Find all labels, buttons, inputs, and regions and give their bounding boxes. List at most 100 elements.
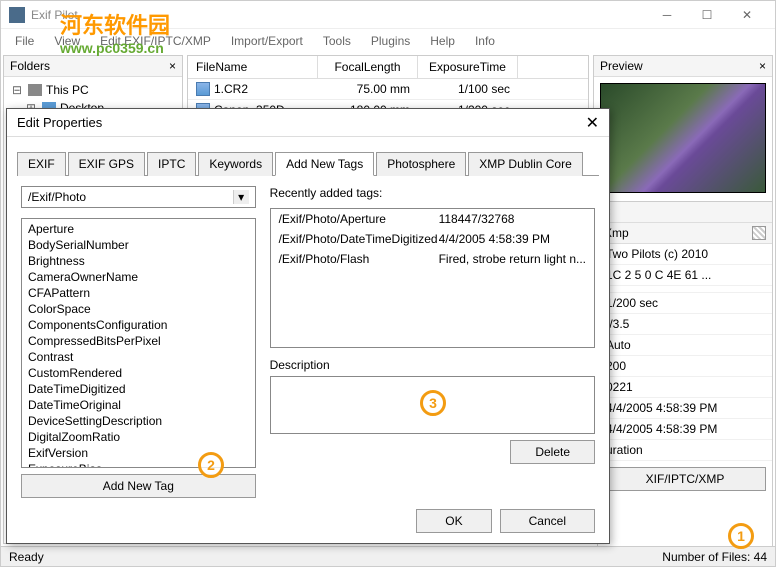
tab-add-new-tags[interactable]: Add New Tags [275, 152, 374, 176]
prop-row[interactable]: 4/4/2005 4:58:39 PM [598, 398, 772, 419]
dialog-body: /Exif/Photo ▾ ApertureBodySerialNumberBr… [7, 176, 609, 508]
folders-close-icon[interactable]: × [169, 59, 176, 73]
table-row[interactable]: 1.CR2 75.00 mm 1/100 sec [188, 79, 588, 100]
prop-row[interactable]: Two Pilots (c) 2010 [598, 244, 772, 265]
tag-list[interactable]: ApertureBodySerialNumberBrightnessCamera… [21, 218, 256, 468]
tag-item[interactable]: ComponentsConfiguration [24, 317, 253, 333]
callout-badge-3: 3 [420, 390, 446, 416]
prop-row[interactable]: 0221 [598, 377, 772, 398]
preview-header-text: Preview [600, 59, 643, 73]
tag-item[interactable]: DeviceSettingDescription [24, 413, 253, 429]
tree-label: This PC [46, 83, 89, 97]
tag-item[interactable]: DigitalZoomRatio [24, 429, 253, 445]
properties-tab-header: Xmp [598, 223, 772, 244]
tag-item[interactable]: CompressedBitsPerPixel [24, 333, 253, 349]
tag-item[interactable]: Aperture [24, 221, 253, 237]
recent-path: /Exif/Photo/Aperture [279, 212, 439, 226]
expander-icon[interactable]: ⊟ [12, 83, 24, 97]
prop-row[interactable]: 200 [598, 356, 772, 377]
file-focal: 75.00 mm [318, 79, 418, 99]
watermark: 河东软件园 www.pc0359.cn [60, 8, 170, 56]
gear-icon[interactable] [752, 226, 766, 240]
menu-tools[interactable]: Tools [315, 32, 359, 50]
file-exposure: 1/100 sec [418, 79, 518, 99]
maximize-button[interactable]: ☐ [687, 1, 727, 29]
col-exposuretime[interactable]: ExposureTime [418, 56, 518, 78]
preview-image [600, 83, 766, 193]
file-name: 1.CR2 [214, 82, 248, 96]
folders-header: Folders × [4, 56, 182, 77]
recent-path: /Exif/Photo/DateTimeDigitized [279, 232, 439, 246]
folders-header-text: Folders [10, 59, 50, 73]
prop-row[interactable]: 4/4/2005 4:58:39 PM [598, 419, 772, 440]
prop-row[interactable]: 1C 2 5 0 C 4E 61 ... [598, 265, 772, 286]
cancel-button[interactable]: Cancel [500, 509, 595, 533]
recent-row[interactable]: /Exif/Photo/DateTimeDigitized 4/4/2005 4… [271, 229, 594, 249]
preview-close-icon[interactable]: × [759, 59, 766, 73]
minimize-button[interactable]: ─ [647, 1, 687, 29]
prop-row[interactable]: uration [598, 440, 772, 461]
recent-label: Recently added tags: [270, 186, 595, 200]
recent-path: /Exif/Photo/Flash [279, 252, 439, 266]
preview-header: Preview × [594, 56, 772, 77]
menu-info[interactable]: Info [467, 32, 503, 50]
watermark-url: www.pc0359.cn [60, 40, 170, 56]
col-focallength[interactable]: FocalLength [318, 56, 418, 78]
status-filecount: Number of Files: 44 [662, 550, 767, 564]
prop-row[interactable]: Auto [598, 335, 772, 356]
dialog-tabs: EXIF EXIF GPS IPTC Keywords Add New Tags… [17, 151, 599, 176]
chevron-down-icon[interactable]: ▾ [233, 190, 249, 204]
add-new-tag-button[interactable]: Add New Tag [21, 474, 256, 498]
menu-file[interactable]: File [7, 32, 42, 50]
tab-keywords[interactable]: Keywords [198, 152, 273, 176]
tab-xmp-dublin[interactable]: XMP Dublin Core [468, 152, 582, 176]
ok-button[interactable]: OK [416, 509, 491, 533]
dialog-footer: OK Cancel [416, 509, 595, 533]
dialog-close-icon[interactable]: ✕ [586, 113, 599, 133]
properties-list: Two Pilots (c) 2010 1C 2 5 0 C 4E 61 ...… [598, 244, 772, 461]
prop-row[interactable] [598, 286, 772, 293]
edit-properties-dialog: Edit Properties ✕ EXIF EXIF GPS IPTC Key… [6, 108, 610, 544]
tag-item[interactable]: CameraOwnerName [24, 269, 253, 285]
prop-row[interactable]: f/3.5 [598, 314, 772, 335]
tree-item-this-pc[interactable]: ⊟ This PC [8, 81, 178, 99]
tab-iptc[interactable]: IPTC [147, 152, 196, 176]
tag-item[interactable]: BodySerialNumber [24, 237, 253, 253]
col-filename[interactable]: FileName [188, 56, 318, 78]
menu-import-export[interactable]: Import/Export [223, 32, 311, 50]
close-button[interactable]: ✕ [727, 1, 767, 29]
status-ready: Ready [9, 550, 662, 564]
tag-item[interactable]: CustomRendered [24, 365, 253, 381]
tab-photosphere[interactable]: Photosphere [376, 152, 466, 176]
tab-exif[interactable]: EXIF [17, 152, 66, 176]
tab-exif-gps[interactable]: EXIF GPS [68, 152, 145, 176]
pc-icon [28, 84, 42, 96]
tag-item[interactable]: Brightness [24, 253, 253, 269]
menu-help[interactable]: Help [422, 32, 463, 50]
callout-badge-1: 1 [728, 523, 754, 549]
delete-button[interactable]: Delete [510, 440, 595, 464]
recent-row[interactable]: /Exif/Photo/Aperture 118447/32768 [271, 209, 594, 229]
properties-panel: × Xmp Two Pilots (c) 2010 1C 2 5 0 C 4E … [597, 201, 773, 564]
dialog-titlebar: Edit Properties ✕ [7, 109, 609, 137]
edit-exif-button[interactable]: XIF/IPTC/XMP [604, 467, 766, 491]
tag-item[interactable]: DateTimeOriginal [24, 397, 253, 413]
description-label: Description [270, 358, 595, 372]
recent-value: 118447/32768 [439, 212, 586, 226]
dropdown-value: /Exif/Photo [28, 190, 86, 204]
prop-row[interactable]: 1/200 sec [598, 293, 772, 314]
file-icon [196, 82, 210, 96]
path-dropdown[interactable]: /Exif/Photo ▾ [21, 186, 256, 208]
tag-item[interactable]: Contrast [24, 349, 253, 365]
tag-item[interactable]: ColorSpace [24, 301, 253, 317]
tag-item[interactable]: CFAPattern [24, 285, 253, 301]
app-icon [9, 7, 25, 23]
dialog-title: Edit Properties [17, 115, 586, 130]
recent-value: Fired, strobe return light n... [439, 252, 586, 266]
menu-plugins[interactable]: Plugins [363, 32, 418, 50]
tag-item[interactable]: DateTimeDigitized [24, 381, 253, 397]
recent-tags-list[interactable]: /Exif/Photo/Aperture 118447/32768 /Exif/… [270, 208, 595, 348]
properties-header: × [598, 202, 772, 223]
right-column: Recently added tags: /Exif/Photo/Apertur… [270, 186, 595, 498]
recent-row[interactable]: /Exif/Photo/Flash Fired, strobe return l… [271, 249, 594, 269]
